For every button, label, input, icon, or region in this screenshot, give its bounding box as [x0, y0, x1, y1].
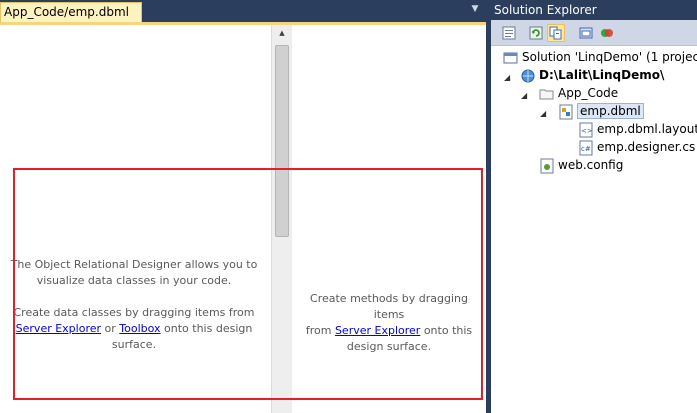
panel-title: Solution Explorer	[494, 3, 597, 17]
show-all-files-icon[interactable]	[547, 24, 565, 42]
config-file-icon	[540, 158, 554, 174]
collapse-arrow-icon[interactable]: ◢	[504, 73, 510, 82]
tree-node-label: emp.designer.cs	[597, 140, 696, 154]
web-project-icon	[521, 69, 535, 83]
folder-icon	[539, 89, 554, 100]
scroll-up-arrow-icon[interactable]: ▲	[272, 29, 292, 43]
collapse-arrow-icon[interactable]: ◢	[521, 91, 527, 100]
tree-node-label: Solution 'LinqDemo' (1 project)	[522, 50, 697, 64]
copy-web-site-icon[interactable]	[598, 24, 616, 42]
tree-node-label: D:\Lalit\LinqDemo\	[539, 68, 665, 82]
solution-explorer-title-bar: Solution Explorer	[491, 0, 697, 20]
document-tab-strip: App_Code/emp.dbml ▼	[0, 0, 486, 22]
active-files-dropdown-icon[interactable]: ▼	[469, 4, 481, 16]
solution-explorer-toolbar	[491, 20, 697, 46]
view-designer-icon[interactable]	[577, 24, 595, 42]
collapse-arrow-icon[interactable]: ◢	[540, 109, 546, 118]
tree-node-label: App_Code	[558, 86, 619, 100]
svg-text:c#: c#	[581, 145, 591, 153]
csharp-file-icon: c#	[579, 140, 593, 156]
tree-node-label: emp.dbml.layout	[597, 122, 697, 136]
ide-window: App_Code/emp.dbml ▼ ▲ The Object Relatio…	[0, 0, 697, 413]
solution-tree[interactable]: Solution 'LinqDemo' (1 project) ◢ D:\Lal…	[491, 46, 697, 413]
solution-explorer-panel: Solution Explorer Solution 'LinqDemo' (1	[491, 0, 697, 413]
properties-icon[interactable]	[500, 24, 518, 42]
document-tab-label: App_Code/emp.dbml	[4, 5, 129, 19]
solution-icon	[503, 52, 518, 64]
annotation-highlight-box	[13, 168, 483, 400]
tree-node-label: web.config	[558, 158, 624, 172]
tree-node-label: emp.dbml	[577, 103, 644, 119]
refresh-icon[interactable]	[527, 24, 545, 42]
document-tab-emp-dbml[interactable]: App_Code/emp.dbml	[0, 2, 142, 22]
svg-text:<>: <>	[581, 127, 593, 135]
dbml-file-icon	[559, 104, 573, 120]
xml-file-icon: <>	[579, 122, 593, 138]
